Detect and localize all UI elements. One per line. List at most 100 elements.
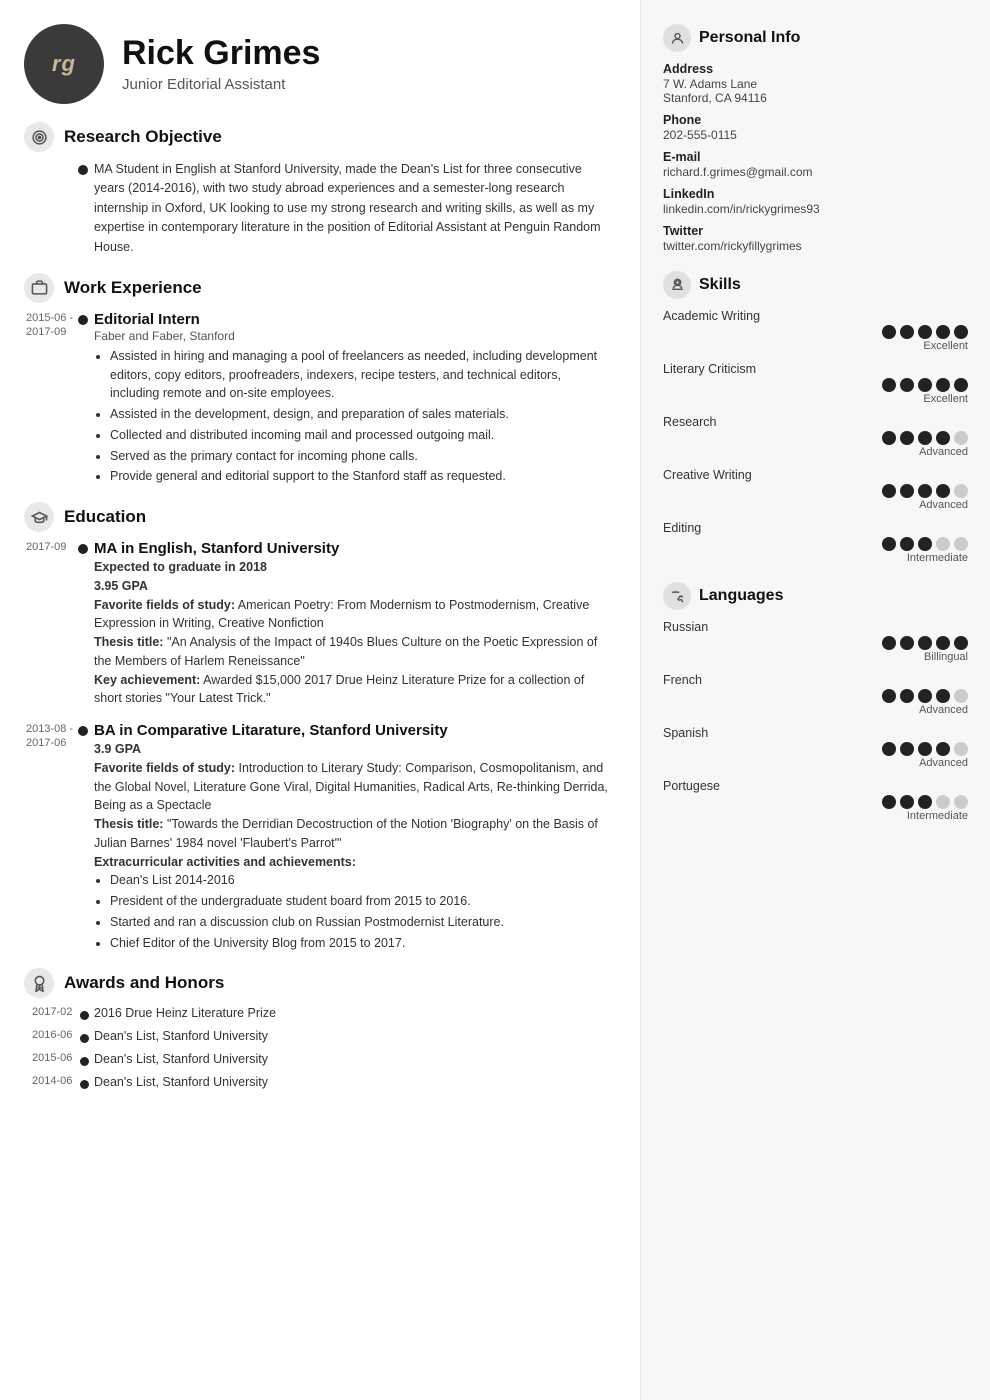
skill-literary-criticism: Literary Criticism Excellent	[663, 362, 968, 405]
linkedin-block: LinkedIn linkedin.com/in/rickygrimes93	[663, 187, 968, 216]
languages-header: Languages	[663, 582, 968, 610]
skill-level-2: Excellent	[923, 393, 968, 405]
award-row-3: 2015-06 Dean's List, Stanford University	[94, 1052, 612, 1066]
objective-icon	[24, 122, 54, 152]
edu-fav-label-1: Favorite fields of study:	[94, 598, 235, 612]
edu-bullet-3: Started and ran a discussion club on Rus…	[110, 913, 612, 932]
lang-dots-line-4	[882, 795, 968, 809]
lang-level-2: Advanced	[919, 704, 968, 716]
work-experience-section: Work Experience 2015-06 -2017-09 Editori…	[24, 273, 612, 486]
ldot-4-1	[882, 795, 896, 809]
award-dot-2	[80, 1034, 89, 1043]
edu-bullet-1: Dean's List 2014-2016	[110, 871, 612, 890]
ldot-3-1	[882, 742, 896, 756]
ldot-2-3	[918, 689, 932, 703]
ldot-1-2	[900, 636, 914, 650]
skill-name-2: Literary Criticism	[663, 362, 968, 376]
ldot-3-2	[900, 742, 914, 756]
languages-title: Languages	[699, 587, 783, 605]
work-dot-1	[78, 315, 88, 325]
lang-name-2: French	[663, 673, 968, 687]
skill-academic-writing: Academic Writing Excellent	[663, 309, 968, 352]
lang-level-1: Billingual	[924, 651, 968, 663]
dot-1-2	[900, 325, 914, 339]
skill-name-4: Creative Writing	[663, 468, 968, 482]
award-date-1: 2017-02	[32, 1006, 72, 1018]
dot-5-5	[954, 537, 968, 551]
lang-dots-line-2	[882, 689, 968, 703]
ldot-2-4	[936, 689, 950, 703]
dot-3-1	[882, 431, 896, 445]
left-column: rg Rick Grimes Junior Editorial Assistan…	[0, 0, 640, 1400]
right-column: Personal Info Address 7 W. Adams LaneSta…	[640, 0, 990, 1400]
work-entry-title-1: Editorial Intern	[94, 311, 612, 328]
twitter-value: twitter.com/rickyfillygrimes	[663, 239, 968, 253]
personal-info-header: Personal Info	[663, 24, 968, 52]
education-icon	[24, 502, 54, 532]
edu-dot-2	[78, 726, 88, 736]
skill-name-5: Editing	[663, 521, 968, 535]
address-value: 7 W. Adams LaneStanford, CA 94116	[663, 77, 968, 105]
skill-creative-writing: Creative Writing Advanced	[663, 468, 968, 511]
personal-info-icon	[663, 24, 691, 52]
work-timeline: 2015-06 -2017-09 Editorial Intern Faber …	[24, 311, 612, 486]
award-text-4: Dean's List, Stanford University	[94, 1075, 268, 1089]
award-text-3: Dean's List, Stanford University	[94, 1052, 268, 1066]
ldot-2-2	[900, 689, 914, 703]
linkedin-value: linkedin.com/in/rickygrimes93	[663, 202, 968, 216]
edu-entry-title-2: BA in Comparative Litarature, Stanford U…	[94, 722, 612, 739]
skill-level-5: Intermediate	[907, 552, 968, 564]
skill-dots-4: Advanced	[663, 484, 968, 511]
award-row-4: 2014-06 Dean's List, Stanford University	[94, 1075, 612, 1089]
phone-label: Phone	[663, 113, 968, 127]
skills-icon	[663, 271, 691, 299]
work-header: Work Experience	[24, 273, 612, 303]
personal-info-section: Personal Info Address 7 W. Adams LaneSta…	[663, 24, 968, 253]
dot-4-5	[954, 484, 968, 498]
dot-5-2	[900, 537, 914, 551]
awards-icon	[24, 968, 54, 998]
skill-dots-3: Advanced	[663, 431, 968, 458]
dot-5-1	[882, 537, 896, 551]
work-bullet-1: Assisted in hiring and managing a pool o…	[110, 347, 612, 403]
edu-entry-body-2: 3.9 GPA Favorite fields of study: Introd…	[94, 740, 612, 952]
twitter-block: Twitter twitter.com/rickyfillygrimes	[663, 224, 968, 253]
work-item-1: 2015-06 -2017-09 Editorial Intern Faber …	[94, 311, 612, 486]
ldot-3-3	[918, 742, 932, 756]
edu-fav-label-2: Favorite fields of study:	[94, 761, 235, 775]
dot-4-2	[900, 484, 914, 498]
lang-name-3: Spanish	[663, 726, 968, 740]
skill-name-3: Research	[663, 415, 968, 429]
skills-header: Skills	[663, 271, 968, 299]
award-text-1: 2016 Drue Heinz Literature Prize	[94, 1006, 276, 1020]
skills-title: Skills	[699, 276, 741, 294]
award-date-3: 2015-06	[32, 1052, 72, 1064]
dot-3-4	[936, 431, 950, 445]
phone-value: 202-555-0115	[663, 128, 968, 142]
resume-container: rg Rick Grimes Junior Editorial Assistan…	[0, 0, 990, 1400]
lang-dots-line-3	[882, 742, 968, 756]
work-entry-body-1: Assisted in hiring and managing a pool o…	[94, 347, 612, 486]
languages-section: Languages Russian Billingual	[663, 582, 968, 822]
ldot-2-1	[882, 689, 896, 703]
work-bullet-2: Assisted in the development, design, and…	[110, 405, 612, 424]
lang-name-1: Russian	[663, 620, 968, 634]
work-entry-org-1: Faber and Faber, Stanford	[94, 329, 612, 343]
objective-content: MA Student in English at Stanford Univer…	[24, 160, 612, 257]
ldot-2-5	[954, 689, 968, 703]
edu-gpa-1: 3.95 GPA	[94, 579, 148, 593]
dots-line-4	[882, 484, 968, 498]
skill-name-1: Academic Writing	[663, 309, 968, 323]
edu-thesis-label-2: Thesis title:	[94, 817, 163, 831]
edu-thesis-label-1: Thesis title:	[94, 635, 163, 649]
objective-text: MA Student in English at Stanford Univer…	[94, 162, 601, 254]
edu-date-2: 2013-08 -2017-06	[26, 722, 73, 751]
skill-dots-1: Excellent	[663, 325, 968, 352]
award-date-4: 2014-06	[32, 1075, 72, 1087]
skill-research: Research Advanced	[663, 415, 968, 458]
awards-header: Awards and Honors	[24, 968, 612, 998]
skills-section: Skills Academic Writing Excellent	[663, 271, 968, 564]
objective-section: Research Objective MA Student in English…	[24, 122, 612, 257]
ldot-1-5	[954, 636, 968, 650]
objective-title: Research Objective	[64, 127, 222, 147]
